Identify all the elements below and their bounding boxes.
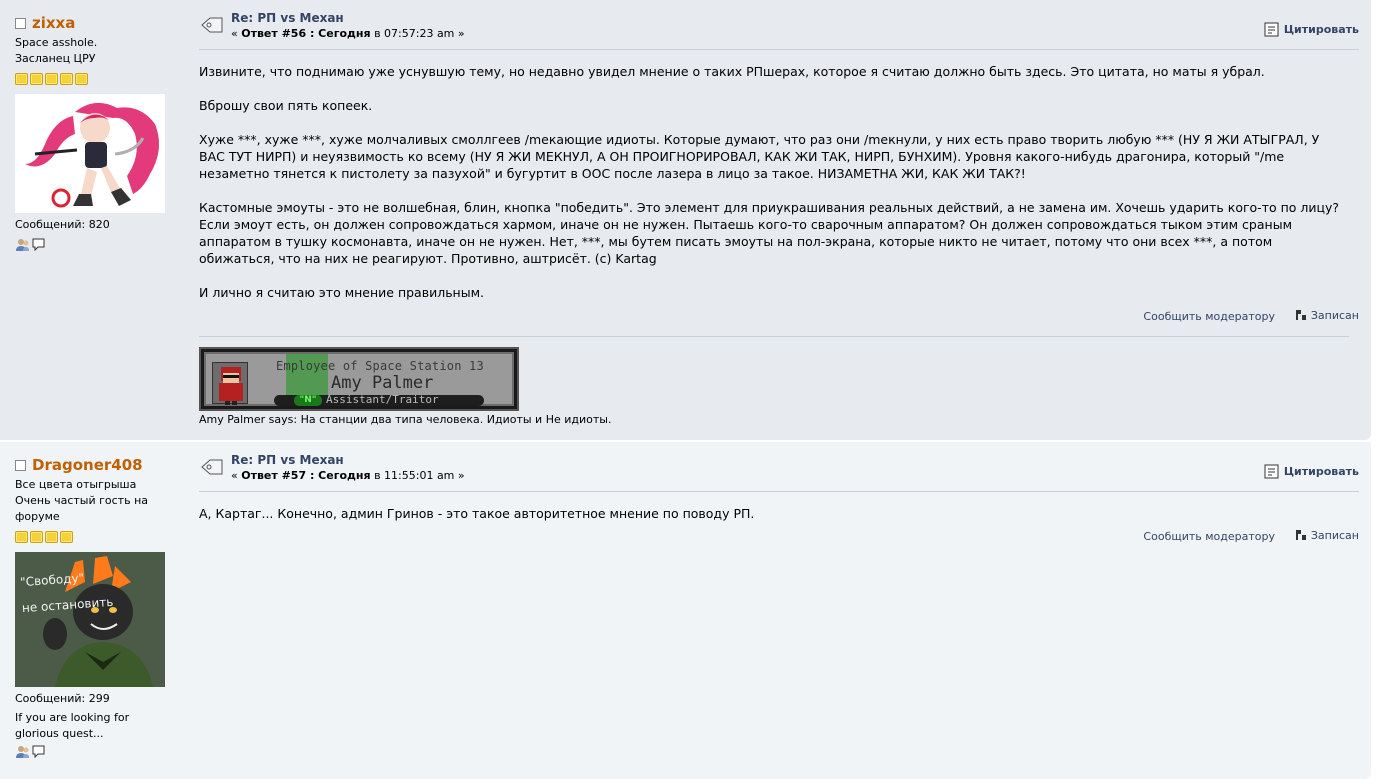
star-icon	[60, 73, 73, 85]
star-icon	[15, 531, 28, 543]
divider	[199, 491, 1359, 492]
star-icon	[45, 73, 58, 85]
quote-button[interactable]: Цитировать	[1264, 464, 1359, 479]
logged-info: Записан	[1294, 528, 1359, 542]
author-link[interactable]: zixxa	[32, 14, 75, 32]
report-to-moderator-link[interactable]: Сообщить модератору	[1143, 530, 1275, 543]
reply-number: Ответ #57 : Сегодня	[241, 469, 371, 482]
avatar-anime-girl-icon	[15, 94, 165, 213]
post-56: zixxa Space asshole. Засланец ЦРУ Сообще…	[0, 0, 1371, 440]
logged-info: Записан	[1294, 308, 1359, 322]
star-icon	[30, 73, 43, 85]
meta-prefix: «	[231, 469, 238, 482]
quote-button[interactable]: Цитировать	[1264, 22, 1359, 37]
personal-text-line: Очень частый гость на форуме	[15, 494, 148, 523]
author-link[interactable]: Dragoner408	[32, 456, 143, 474]
personal-text-line: Space asshole.	[15, 36, 98, 49]
post-paragraph: Извините, что поднимаю уже уснувшую тему…	[199, 64, 1265, 79]
avatar-caption: "Свободу" не остановить	[19, 563, 114, 621]
post-time: в 07:57:23 am »	[374, 27, 465, 40]
personal-text: Space asshole. Засланец ЦРУ	[15, 35, 185, 67]
badge-panel: Employee of Space Station 13 Amy Palmer …	[204, 352, 514, 406]
personal-text-line: Все цвета отыгрыша	[15, 478, 137, 491]
badge-tag: "N"	[294, 395, 322, 406]
character-sprite-icon	[219, 367, 243, 405]
post-subject[interactable]: Re: РП vs Механ	[231, 453, 344, 467]
post-time: в 11:55:01 am »	[374, 469, 465, 482]
profile-icon[interactable]	[15, 744, 30, 759]
logged-label: Записан	[1310, 308, 1359, 322]
star-icon	[30, 531, 43, 543]
signature-badge: Employee of Space Station 13 Amy Palmer …	[199, 347, 519, 411]
post-meta: « Ответ #57 : Сегодня в 11:55:01 am »	[231, 469, 465, 482]
online-status-icon	[15, 460, 26, 471]
post-count: Сообщений: 820	[15, 218, 110, 231]
subject-icon	[201, 459, 223, 475]
post-paragraph: И лично я считаю это мнение правильным.	[199, 285, 485, 300]
quote-label: Цитировать	[1283, 23, 1359, 36]
divider	[199, 49, 1359, 50]
badge-title: Employee of Space Station 13	[276, 359, 484, 373]
logged-label: Записан	[1310, 528, 1359, 542]
post-paragraph: Хуже ***, хуже ***, хуже молчаливых смол…	[199, 132, 1320, 181]
user-signature-text: If you are looking for glorious quest...	[15, 711, 130, 740]
signature-divider	[199, 336, 1349, 337]
subject-icon	[201, 17, 223, 33]
post-57: Dragoner408 Все цвета отыгрыша Очень час…	[0, 442, 1371, 779]
pm-icon[interactable]	[31, 744, 46, 759]
meta-prefix: «	[231, 27, 238, 40]
avatar: "Свободу" не остановить	[15, 552, 165, 687]
poster-info: Dragoner408 Все цвета отыгрыша Очень час…	[15, 454, 185, 759]
badge-portrait	[212, 362, 248, 405]
quote-label: Цитировать	[1283, 465, 1359, 478]
pm-icon[interactable]	[31, 237, 46, 252]
quote-icon	[1264, 464, 1279, 479]
profile-icon[interactable]	[15, 237, 30, 252]
post-paragraph: А, Картаг... Конечно, админ Гринов - это…	[199, 506, 755, 521]
star-icon	[60, 531, 73, 543]
poster-name-row: Dragoner408	[15, 454, 185, 476]
personal-text-line: Засланец ЦРУ	[15, 52, 96, 65]
star-icon	[75, 73, 88, 85]
logged-icon	[1295, 530, 1306, 540]
rank-stars	[15, 531, 185, 543]
post-subject[interactable]: Re: РП vs Механ	[231, 11, 344, 25]
poster-name-row: zixxa	[15, 12, 185, 34]
online-status-icon	[15, 18, 26, 29]
report-to-moderator-link[interactable]: Сообщить модератору	[1143, 310, 1275, 323]
badge-name: Amy Palmer	[331, 373, 434, 393]
post-body: Извините, что поднимаю уже уснувшую тему…	[199, 63, 1347, 318]
signature-text: Amy Palmer says: На станции два типа чел…	[199, 413, 612, 426]
rank-stars	[15, 73, 185, 85]
star-icon	[45, 531, 58, 543]
personal-text: Все цвета отыгрыша Очень частый гость на…	[15, 477, 185, 525]
post-count: Сообщений: 299	[15, 692, 110, 705]
poster-info: zixxa Space asshole. Засланец ЦРУ Сообще…	[15, 12, 185, 252]
post-paragraph: Вброшу свои пять копеек.	[199, 98, 373, 113]
post-paragraph: Кастомные эмоуты - это не волшебная, бли…	[199, 200, 1340, 266]
badge-role: Assistant/Traitor	[326, 393, 439, 406]
reply-number: Ответ #56 : Сегодня	[241, 27, 371, 40]
avatar	[15, 94, 165, 213]
user-icons	[15, 744, 185, 759]
star-icon	[15, 73, 28, 85]
user-icons	[15, 237, 185, 252]
post-meta: « Ответ #56 : Сегодня в 07:57:23 am »	[231, 27, 465, 40]
quote-icon	[1264, 22, 1279, 37]
logged-icon	[1295, 310, 1306, 320]
